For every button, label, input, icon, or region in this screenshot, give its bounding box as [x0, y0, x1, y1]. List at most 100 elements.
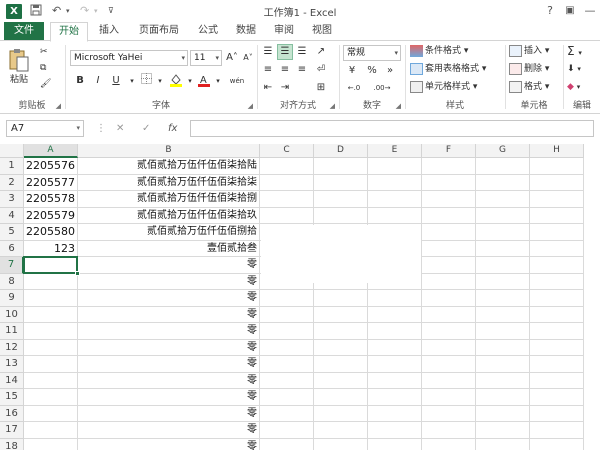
cell-a6[interactable]: 123 [24, 240, 78, 257]
percent-button[interactable]: % [364, 63, 380, 79]
cell-b14[interactable]: 零 [78, 372, 260, 389]
select-all-corner[interactable] [0, 144, 24, 158]
autosum-button[interactable]: Σ ▾ [567, 44, 582, 59]
cell-d9[interactable] [314, 290, 368, 307]
insert-cells-button[interactable]: 插入 ▾ [509, 44, 549, 59]
tab-formulas[interactable]: 公式 [192, 22, 224, 41]
row-header[interactable]: 2 [0, 174, 24, 191]
cell-h1[interactable] [530, 158, 584, 175]
cell-c16[interactable] [260, 405, 314, 422]
cell-h2[interactable] [530, 174, 584, 191]
cell-h14[interactable] [530, 372, 584, 389]
cell-g11[interactable] [476, 323, 530, 340]
cell-h11[interactable] [530, 323, 584, 340]
cell-d11[interactable] [314, 323, 368, 340]
ribbon-display-icon[interactable]: ▣ [562, 3, 578, 18]
cell-d17[interactable] [314, 422, 368, 439]
cell-g15[interactable] [476, 389, 530, 406]
underline-button[interactable]: U [108, 73, 124, 89]
cell-g4[interactable] [476, 207, 530, 224]
tab-page-layout[interactable]: 页面布局 [132, 22, 186, 41]
increase-decimal-button[interactable]: ←.0 [342, 80, 366, 96]
row-header[interactable]: 6 [0, 240, 24, 257]
column-header-a[interactable]: A [24, 144, 78, 158]
cell-g8[interactable] [476, 273, 530, 290]
help-icon[interactable]: ? [542, 3, 558, 18]
font-color-dropdown-icon[interactable]: ▾ [210, 73, 226, 89]
cell-h17[interactable] [530, 422, 584, 439]
cell-h12[interactable] [530, 339, 584, 356]
cell-b7[interactable]: 零 [78, 257, 260, 274]
cell-b1[interactable]: 贰佰贰拾万伍仟伍佰柒拾陆 [78, 158, 260, 175]
cell-f15[interactable] [422, 389, 476, 406]
font-launcher-icon[interactable]: ◢ [248, 102, 253, 110]
cell-e12[interactable] [368, 339, 422, 356]
cell-f9[interactable] [422, 290, 476, 307]
cell-c15[interactable] [260, 389, 314, 406]
column-header-c[interactable]: C [260, 144, 314, 158]
cell-g17[interactable] [476, 422, 530, 439]
cell-a15[interactable] [24, 389, 78, 406]
fill-handle[interactable] [75, 270, 80, 276]
cell-d14[interactable] [314, 372, 368, 389]
cell-h18[interactable] [530, 438, 584, 450]
cell-e4[interactable] [368, 207, 422, 224]
cell-d16[interactable] [314, 405, 368, 422]
cell-f18[interactable] [422, 438, 476, 450]
fill-icon[interactable]: ⬇ ▾ [567, 62, 581, 77]
row-header[interactable]: 13 [0, 356, 24, 373]
decrease-indent-icon[interactable]: ⇤ [260, 80, 276, 96]
cell-g6[interactable] [476, 240, 530, 257]
row-header[interactable]: 1 [0, 158, 24, 175]
column-header-f[interactable]: F [422, 144, 476, 158]
cell-h13[interactable] [530, 356, 584, 373]
cell-b13[interactable]: 零 [78, 356, 260, 373]
cell-d13[interactable] [314, 356, 368, 373]
row-header[interactable]: 15 [0, 389, 24, 406]
cell-e2[interactable] [368, 174, 422, 191]
row-header[interactable]: 16 [0, 405, 24, 422]
cell-f8[interactable] [422, 273, 476, 290]
cell-b11[interactable]: 零 [78, 323, 260, 340]
tab-home[interactable]: 开始 [50, 22, 88, 42]
bold-button[interactable]: B [72, 73, 88, 89]
cell-f3[interactable] [422, 191, 476, 208]
cell-d10[interactable] [314, 306, 368, 323]
format-as-table-button[interactable]: 套用表格格式 ▾ [410, 62, 486, 77]
number-launcher-icon[interactable]: ◢ [396, 102, 401, 110]
column-header-e[interactable]: E [368, 144, 422, 158]
grow-font-button[interactable]: A˄ [224, 50, 240, 66]
cell-b3[interactable]: 贰佰贰拾万伍仟伍佰柒拾捌 [78, 191, 260, 208]
cell-c11[interactable] [260, 323, 314, 340]
cell-b5[interactable]: 贰佰贰拾万伍仟伍佰捌拾 [78, 224, 260, 241]
cell-f16[interactable] [422, 405, 476, 422]
format-painter-icon[interactable]: 🖌 [40, 77, 51, 92]
align-top-icon[interactable]: ☰ [260, 44, 276, 60]
cell-d3[interactable] [314, 191, 368, 208]
cell-a14[interactable] [24, 372, 78, 389]
cell-b16[interactable]: 零 [78, 405, 260, 422]
cell-g2[interactable] [476, 174, 530, 191]
cell-b10[interactable]: 零 [78, 306, 260, 323]
decrease-decimal-button[interactable]: .00→ [368, 80, 396, 96]
cell-e18[interactable] [368, 438, 422, 450]
row-header[interactable]: 14 [0, 372, 24, 389]
cell-c1[interactable] [260, 158, 314, 175]
align-middle-icon[interactable]: ☰ [277, 44, 293, 60]
alignment-launcher-icon[interactable]: ◢ [330, 102, 335, 110]
cell-g13[interactable] [476, 356, 530, 373]
cell-g7[interactable] [476, 257, 530, 274]
cell-c18[interactable] [260, 438, 314, 450]
align-bottom-icon[interactable]: ☰ [294, 44, 310, 60]
column-header-g[interactable]: G [476, 144, 530, 158]
copy-icon[interactable]: ⧉ [40, 61, 46, 76]
cell-g12[interactable] [476, 339, 530, 356]
cell-a3[interactable]: 2205578 [24, 191, 78, 208]
cell-f4[interactable] [422, 207, 476, 224]
orientation-icon[interactable]: ↗ [313, 44, 329, 60]
cell-d12[interactable] [314, 339, 368, 356]
cell-styles-button[interactable]: 单元格样式 ▾ [410, 80, 477, 95]
row-header[interactable]: 18 [0, 438, 24, 450]
cell-a12[interactable] [24, 339, 78, 356]
tab-insert[interactable]: 插入 [92, 22, 126, 41]
